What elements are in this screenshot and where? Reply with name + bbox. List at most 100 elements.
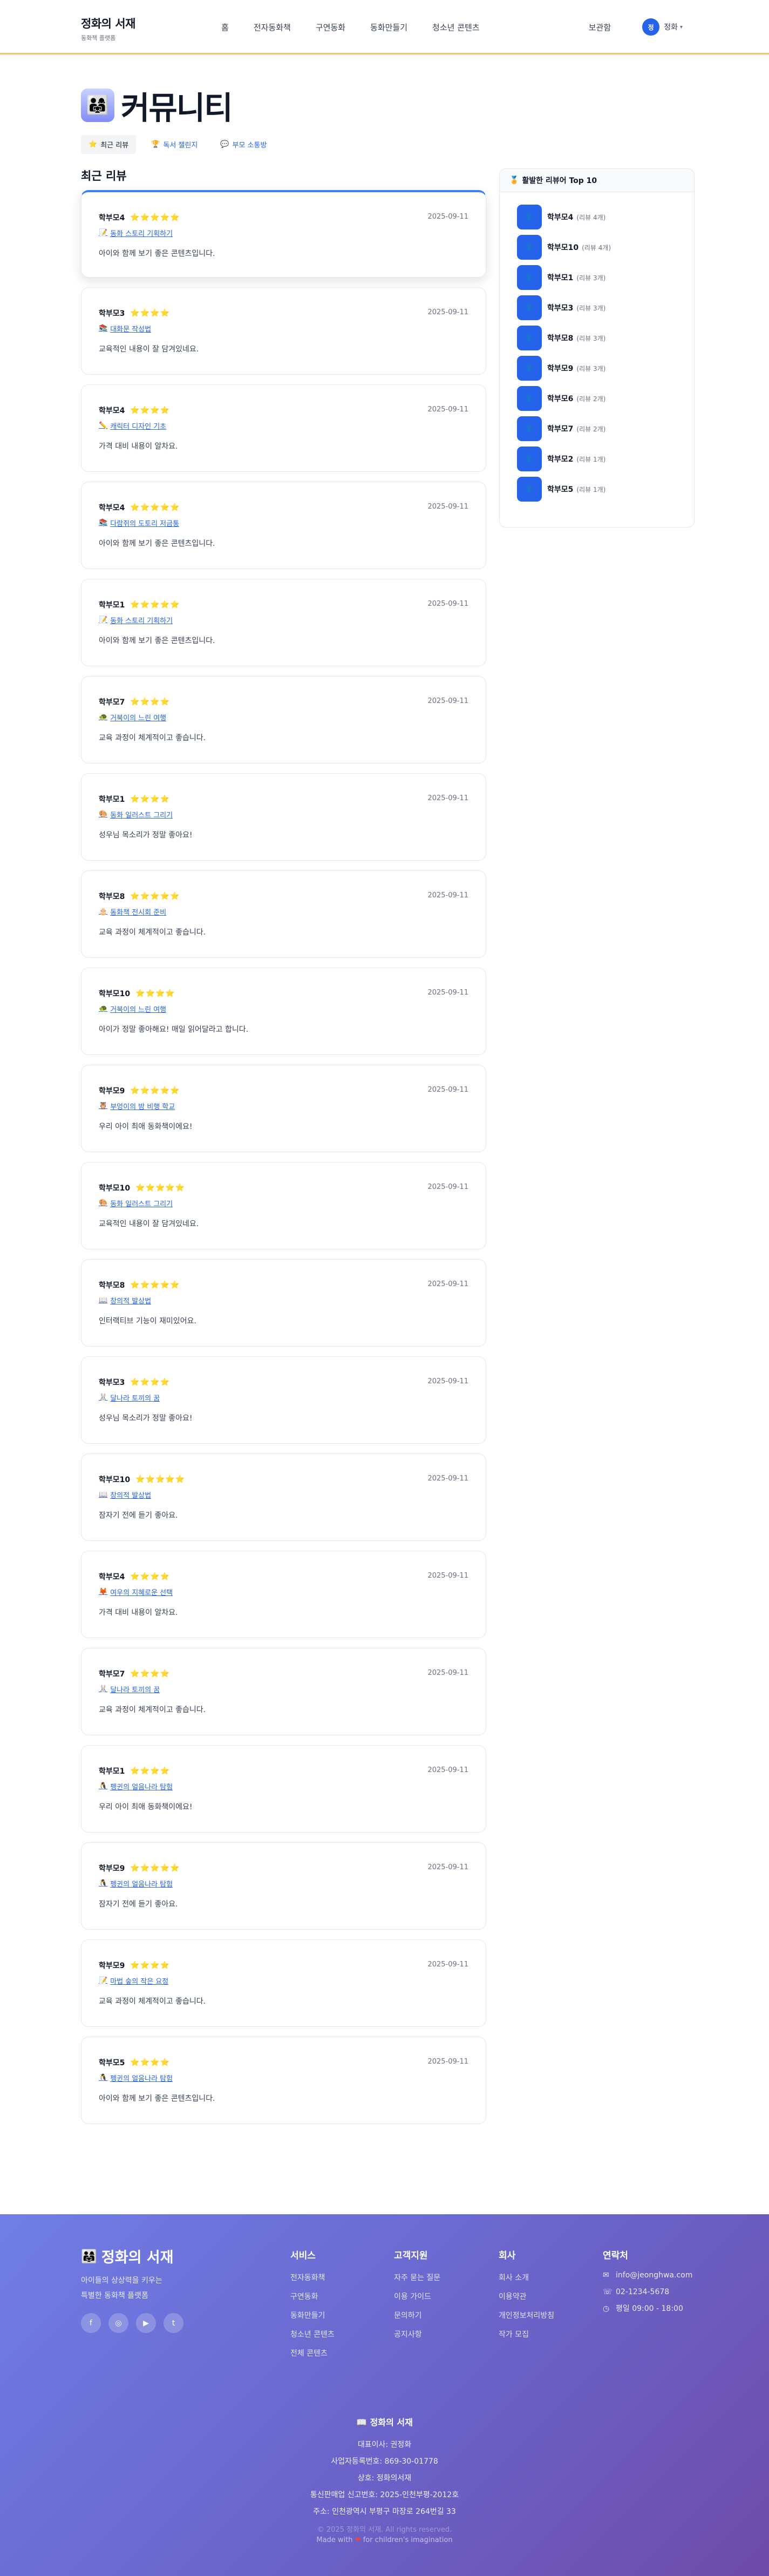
- user-menu[interactable]: 정 정화 ▾: [642, 18, 683, 36]
- user-name[interactable]: 정화: [664, 22, 678, 32]
- library-link[interactable]: 보관함: [589, 22, 611, 33]
- instagram-icon[interactable]: ◎: [108, 2313, 128, 2333]
- nav-home[interactable]: 홈: [221, 22, 229, 33]
- tab-recent-reviews[interactable]: ⭐ 최근 리뷰: [81, 135, 137, 154]
- nav-teen-content[interactable]: 청소년 콘텐츠: [432, 22, 480, 33]
- book-link[interactable]: 📝 동화 스토리 기획하기: [99, 228, 173, 238]
- book-link[interactable]: 📝 마법 숲의 작은 요정: [99, 1976, 168, 1986]
- footer-link[interactable]: 작가 모집: [499, 2325, 554, 2344]
- reviewer-rank-item[interactable]: 👤 학부모5 (리뷰 1개): [517, 474, 694, 504]
- book-title[interactable]: 부엉이의 밤 비행 학교: [110, 1101, 175, 1111]
- book-title[interactable]: 대화문 작성법: [110, 323, 151, 334]
- book-title[interactable]: 캐릭터 디자인 기초: [110, 421, 166, 431]
- footer-link[interactable]: 이용 가이드: [394, 2288, 440, 2307]
- review-date: 2025-09-11: [427, 1766, 468, 1774]
- book-title[interactable]: 동화 일러스트 그리기: [110, 809, 173, 820]
- chevron-down-icon[interactable]: ▾: [680, 24, 683, 30]
- youtube-icon[interactable]: ▶: [136, 2313, 156, 2333]
- copyright: © 2025 정화의 서재. All rights reserved.: [317, 2526, 452, 2534]
- reviewer-rank-item[interactable]: 👤 학부모1 (리뷰 3개): [517, 262, 694, 293]
- reviewer-rank-item[interactable]: 👤 학부모10 (리뷰 4개): [517, 232, 694, 262]
- facebook-icon[interactable]: f: [81, 2313, 101, 2333]
- reviewer-rank-item[interactable]: 👤 학부모9 (리뷰 3개): [517, 353, 694, 383]
- tab-reading-challenge[interactable]: 🏆 독서 챌린지: [144, 135, 205, 154]
- review-header: 학부모5 ⭐⭐⭐⭐: [99, 2057, 170, 2068]
- twitter-icon[interactable]: t: [164, 2313, 183, 2333]
- book-link[interactable]: ✏️ 캐릭터 디자인 기초: [99, 421, 166, 431]
- rating-stars: ⭐⭐⭐⭐: [130, 309, 171, 317]
- review-count: (리뷰 4개): [582, 244, 611, 252]
- footer-link[interactable]: 공지사항: [394, 2325, 440, 2344]
- book-title[interactable]: 창의적 발상법: [110, 1295, 151, 1306]
- footer-link[interactable]: 회사 소개: [499, 2269, 554, 2288]
- book-link[interactable]: 📖 창의적 발상법: [99, 1295, 151, 1306]
- reviewer-rank-item[interactable]: 👤 학부모2 (리뷰 1개): [517, 444, 694, 474]
- footer-link[interactable]: 구연동화: [290, 2288, 335, 2307]
- footer-link[interactable]: 자주 묻는 질문: [394, 2269, 440, 2288]
- reviewer-rank-item[interactable]: 👤 학부모4 (리뷰 4개): [517, 202, 694, 232]
- book-title[interactable]: 여우의 지혜로운 선택: [110, 1587, 173, 1597]
- footer-link[interactable]: 전체 콘텐츠: [290, 2344, 335, 2363]
- footer-link[interactable]: 개인정보처리방침: [499, 2307, 554, 2325]
- book-link[interactable]: 📚 대화문 작성법: [99, 323, 151, 334]
- book-link[interactable]: 🐧 펭귄의 얼음나라 탐험: [99, 1878, 173, 1889]
- footer-link[interactable]: 청소년 콘텐츠: [290, 2325, 335, 2344]
- book-title[interactable]: 달나라 토끼의 꿈: [110, 1684, 160, 1694]
- book-title[interactable]: 동화 스토리 기획하기: [110, 228, 173, 238]
- reviewer-rank-item[interactable]: 👤 학부모7 (리뷰 2개): [517, 414, 694, 444]
- book-title[interactable]: 펭귄의 얼음나라 탐험: [110, 1781, 173, 1791]
- footer-link[interactable]: 전자동화책: [290, 2269, 335, 2288]
- avatar[interactable]: 정: [642, 18, 660, 36]
- review-header: 학부모9 ⭐⭐⭐⭐⭐: [99, 1863, 180, 1874]
- book-title[interactable]: 거북이의 느린 여행: [110, 712, 166, 722]
- book-title[interactable]: 동화책 전시회 준비: [110, 907, 166, 917]
- book-link[interactable]: 🦉 부엉이의 밤 비행 학교: [99, 1101, 175, 1111]
- book-link[interactable]: 🐰 달나라 토끼의 꿈: [99, 1392, 160, 1403]
- review-text: 교육 과정이 체계적이고 좋습니다.: [99, 1706, 206, 1714]
- reviewer-name: 학부모7: [99, 698, 125, 707]
- review-text: 교육적인 내용이 잘 담겨있네요.: [99, 1220, 199, 1228]
- user-icon: 👤: [517, 447, 542, 471]
- brand-logo[interactable]: 정화의 서재 동화책 플랫폼: [81, 15, 135, 42]
- tab-parent-chat[interactable]: 💬 부모 소통방: [213, 135, 274, 154]
- nav-ebooks[interactable]: 전자동화책: [254, 22, 291, 33]
- reviewer-rank-item[interactable]: 👤 학부모3 (리뷰 3개): [517, 293, 694, 323]
- book-link[interactable]: 🐰 달나라 토끼의 꿈: [99, 1684, 160, 1694]
- book-title[interactable]: 달나라 토끼의 꿈: [110, 1392, 160, 1403]
- book-icon: 📖: [99, 1491, 108, 1499]
- book-link[interactable]: 🎂 동화책 전시회 준비: [99, 907, 166, 917]
- nav-make-story[interactable]: 동화만들기: [370, 22, 407, 33]
- review-text: 교육적인 내용이 잘 담겨있네요.: [99, 345, 199, 354]
- footer-link[interactable]: 이용약관: [499, 2288, 554, 2307]
- contact-email[interactable]: ✉ info@jeonghwa.com: [603, 2269, 692, 2282]
- reviewer-name: 학부모3: [99, 1378, 125, 1387]
- reviewer-rank-item[interactable]: 👤 학부모8 (리뷰 3개): [517, 323, 694, 353]
- footer-link[interactable]: 동화만들기: [290, 2307, 335, 2325]
- book-link[interactable]: 🐧 펭귄의 얼음나라 탐험: [99, 1781, 173, 1791]
- review-header: 학부모4 ⭐⭐⭐⭐: [99, 405, 170, 416]
- footer-link[interactable]: 문의하기: [394, 2307, 440, 2325]
- book-title[interactable]: 펭귄의 얼음나라 탐험: [110, 2073, 173, 2083]
- review-text: 잠자기 전에 듣기 좋아요.: [99, 1511, 178, 1520]
- book-link[interactable]: 📚 다람쥐의 도토리 저금통: [99, 518, 179, 528]
- book-title[interactable]: 창의적 발상법: [110, 1490, 151, 1500]
- book-title[interactable]: 마법 숲의 작은 요정: [110, 1976, 168, 1986]
- brand-title[interactable]: 정화의 서재: [81, 15, 135, 31]
- book-title[interactable]: 펭귄의 얼음나라 탐험: [110, 1878, 173, 1889]
- book-link[interactable]: 🐧 펭귄의 얼음나라 탐험: [99, 2073, 173, 2083]
- book-title[interactable]: 거북이의 느린 여행: [110, 1004, 166, 1014]
- book-link[interactable]: 🐢 거북이의 느린 여행: [99, 1004, 166, 1014]
- book-link[interactable]: 🦊 여우의 지혜로운 선택: [99, 1587, 173, 1597]
- email-text[interactable]: info@jeonghwa.com: [616, 2269, 692, 2282]
- tagline-line: 특별한 동화책 플랫폼: [81, 2291, 148, 2300]
- book-title[interactable]: 동화 일러스트 그리기: [110, 1198, 173, 1208]
- book-link[interactable]: 🐢 거북이의 느린 여행: [99, 712, 166, 722]
- book-title[interactable]: 동화 스토리 기획하기: [110, 615, 173, 625]
- book-title[interactable]: 다람쥐의 도토리 저금통: [110, 518, 179, 528]
- book-link[interactable]: 📖 창의적 발상법: [99, 1490, 151, 1500]
- nav-storytelling[interactable]: 구연동화: [316, 22, 345, 33]
- reviewer-rank-item[interactable]: 👤 학부모6 (리뷰 2개): [517, 383, 694, 414]
- book-link[interactable]: 🎨 동화 일러스트 그리기: [99, 809, 173, 820]
- book-link[interactable]: 🎨 동화 일러스트 그리기: [99, 1198, 173, 1208]
- book-link[interactable]: 📝 동화 스토리 기획하기: [99, 615, 173, 625]
